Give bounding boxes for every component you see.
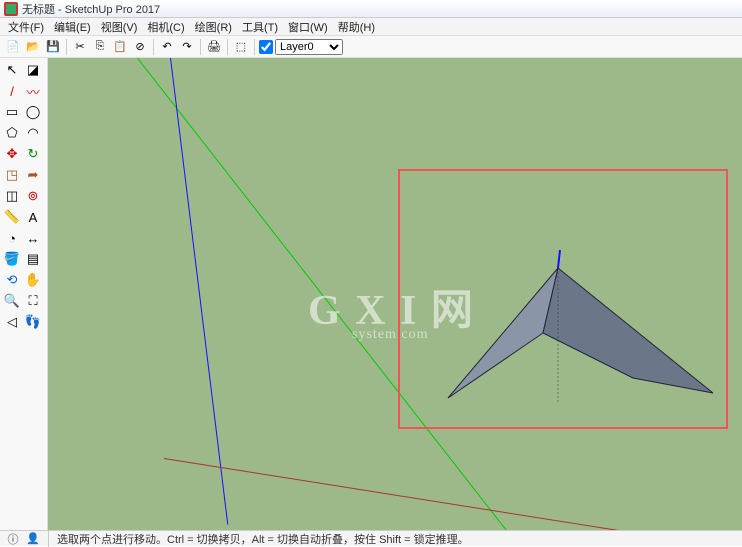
axis-red bbox=[164, 458, 742, 530]
copy-button[interactable]: ⎘ bbox=[91, 38, 109, 56]
model-button[interactable]: ⬚ bbox=[232, 38, 250, 56]
print-button[interactable]: 🖨 bbox=[205, 38, 223, 56]
menu-help[interactable]: 帮助(H) bbox=[334, 18, 379, 36]
orbit-tool[interactable]: ⟲ bbox=[2, 270, 22, 290]
undo-button[interactable]: ↶ bbox=[158, 38, 176, 56]
paint-tool[interactable]: 🪣 bbox=[2, 249, 22, 269]
rotate-tool[interactable]: ↻ bbox=[23, 144, 43, 164]
menu-view[interactable]: 视图(V) bbox=[97, 18, 142, 36]
move-tool[interactable]: ✥ bbox=[2, 144, 22, 164]
zoom-extents-tool[interactable]: ⛶ bbox=[23, 291, 43, 311]
protractor-tool[interactable]: ◔ bbox=[2, 228, 22, 248]
tool-palette: ↖◪ /〰 ▭◯ ⬠◠ ✥↻ ◳➦ ◫⊚ 📏A ◔↔ 🪣▤ ⟲✋ 🔍⛶ ◁👣 bbox=[0, 58, 48, 530]
status-hint: 选取两个点进行移动。Ctrl = 切换拷贝，Alt = 切换自动折叠，按住 Sh… bbox=[57, 531, 469, 547]
tape-tool[interactable]: 📏 bbox=[2, 207, 22, 227]
new-button[interactable]: 📄 bbox=[4, 38, 22, 56]
previous-view-tool[interactable]: ◁ bbox=[2, 312, 22, 332]
redo-button[interactable]: ↷ bbox=[178, 38, 196, 56]
cut-button[interactable]: ✂ bbox=[71, 38, 89, 56]
separator bbox=[254, 39, 255, 55]
layer-visibility-checkbox[interactable] bbox=[259, 40, 273, 54]
menu-file[interactable]: 文件(F) bbox=[4, 18, 48, 36]
select-tool[interactable]: ↖ bbox=[2, 60, 22, 80]
viewport[interactable]: G X I 网 system.com bbox=[48, 58, 742, 530]
menu-camera[interactable]: 相机(C) bbox=[143, 18, 188, 36]
followme-tool[interactable]: ➦ bbox=[23, 165, 43, 185]
menu-window[interactable]: 窗口(W) bbox=[284, 18, 332, 36]
section-tool[interactable]: ▤ bbox=[23, 249, 43, 269]
separator bbox=[200, 39, 201, 55]
eraser-tool[interactable]: ◪ bbox=[23, 60, 43, 80]
separator bbox=[227, 39, 228, 55]
freehand-tool[interactable]: 〰 bbox=[23, 81, 43, 101]
separator bbox=[153, 39, 154, 55]
roof-model[interactable] bbox=[428, 238, 728, 438]
polygon-tool[interactable]: ⬠ bbox=[2, 123, 22, 143]
arc-tool[interactable]: ◠ bbox=[23, 123, 43, 143]
pan-tool[interactable]: ✋ bbox=[23, 270, 43, 290]
pushpull-tool[interactable]: ◳ bbox=[2, 165, 22, 185]
window-title: 无标题 - SketchUp Pro 2017 bbox=[22, 1, 160, 17]
separator bbox=[48, 531, 49, 547]
app-icon bbox=[4, 2, 18, 16]
zoom-tool[interactable]: 🔍 bbox=[2, 291, 22, 311]
circle-tool[interactable]: ◯ bbox=[23, 102, 43, 122]
walk-tool[interactable]: 👣 bbox=[23, 312, 43, 332]
menu-edit[interactable]: 编辑(E) bbox=[50, 18, 95, 36]
dimension-tool[interactable]: ↔ bbox=[23, 228, 43, 248]
toolbar-top: 📄 📂 💾 ✂ ⎘ 📋 ⊘ ↶ ↷ 🖨 ⬚ Layer0 bbox=[0, 36, 742, 58]
offset-tool[interactable]: ⊚ bbox=[23, 186, 43, 206]
statusbar: ⓘ 👤 选取两个点进行移动。Ctrl = 切换拷贝，Alt = 切换自动折叠，按… bbox=[0, 530, 742, 546]
open-button[interactable]: 📂 bbox=[24, 38, 42, 56]
help-icon[interactable]: ⓘ bbox=[6, 532, 20, 546]
line-tool[interactable]: / bbox=[2, 81, 22, 101]
user-icon[interactable]: 👤 bbox=[26, 532, 40, 546]
menu-tools[interactable]: 工具(T) bbox=[238, 18, 282, 36]
paste-button[interactable]: 📋 bbox=[111, 38, 129, 56]
scale-tool[interactable]: ◫ bbox=[2, 186, 22, 206]
layer-select[interactable]: Layer0 bbox=[275, 39, 343, 55]
save-button[interactable]: 💾 bbox=[44, 38, 62, 56]
rect-tool[interactable]: ▭ bbox=[2, 102, 22, 122]
axis-blue bbox=[170, 58, 228, 525]
delete-button[interactable]: ⊘ bbox=[131, 38, 149, 56]
menubar: 文件(F) 编辑(E) 视图(V) 相机(C) 绘图(R) 工具(T) 窗口(W… bbox=[0, 18, 742, 36]
titlebar: 无标题 - SketchUp Pro 2017 bbox=[0, 0, 742, 18]
text-tool[interactable]: A bbox=[23, 207, 43, 227]
separator bbox=[66, 39, 67, 55]
menu-draw[interactable]: 绘图(R) bbox=[191, 18, 236, 36]
workspace: ↖◪ /〰 ▭◯ ⬠◠ ✥↻ ◳➦ ◫⊚ 📏A ◔↔ 🪣▤ ⟲✋ 🔍⛶ ◁👣 G… bbox=[0, 58, 742, 530]
